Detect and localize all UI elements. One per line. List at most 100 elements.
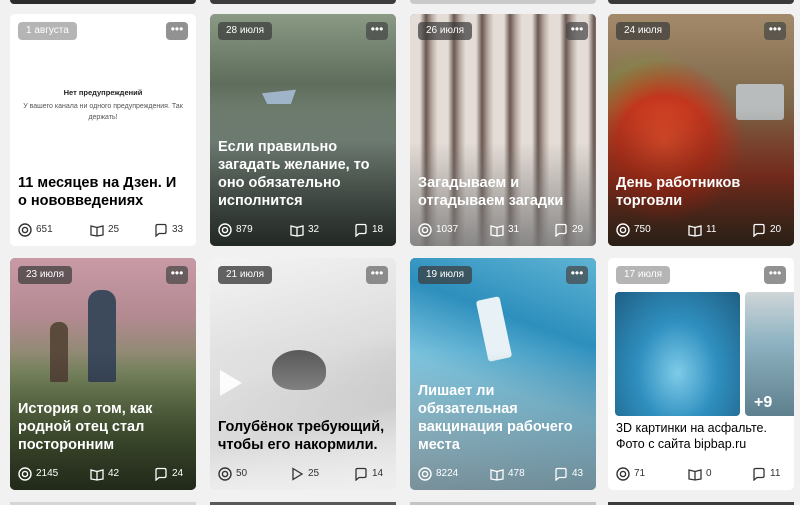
card-title[interactable]: Голубёнок требующий, чтобы его накормили… bbox=[218, 418, 388, 454]
views-stat: 8224 bbox=[418, 466, 458, 482]
views-count: 2145 bbox=[36, 468, 59, 479]
date-badge: 21 июля bbox=[218, 266, 273, 284]
article-card[interactable]: 1 августа ••• Нет предупреждений У вашег… bbox=[10, 14, 196, 246]
comment-icon bbox=[354, 223, 368, 237]
card-title[interactable]: День работников торговли bbox=[616, 174, 786, 210]
no-warnings-banner: Нет предупреждений У вашего канала ни од… bbox=[10, 88, 196, 123]
book-icon bbox=[490, 467, 504, 481]
reads-stat: 42 bbox=[90, 466, 119, 482]
book-icon bbox=[290, 223, 304, 237]
views-count: 750 bbox=[634, 224, 651, 235]
comments-stat: 18 bbox=[354, 222, 383, 238]
card-stats: 8224 478 43 bbox=[418, 466, 588, 482]
partial-card-top-3 bbox=[410, 0, 596, 4]
article-card[interactable]: 19 июля ••• Лишает ли обязательная вакци… bbox=[410, 258, 596, 490]
views-count: 1037 bbox=[436, 224, 459, 235]
article-card[interactable]: 26 июля ••• Загадываем и отгадываем зага… bbox=[410, 14, 596, 246]
partial-card-top-1 bbox=[10, 0, 196, 4]
reads-count: 0 bbox=[706, 468, 712, 479]
views-stat: 1037 bbox=[418, 222, 458, 238]
reads-count: 11 bbox=[706, 224, 717, 235]
plays-count: 25 bbox=[308, 468, 320, 479]
views-count: 71 bbox=[634, 468, 646, 479]
card-title[interactable]: 3D картинки на асфальте. Фото с сайта bi… bbox=[616, 420, 786, 452]
date-badge: 28 июля bbox=[218, 22, 273, 40]
card-stats: 71 0 11 bbox=[616, 466, 786, 482]
card-title[interactable]: Лишает ли обязательная вакцинация рабоче… bbox=[418, 382, 588, 454]
date-badge: 17 июля bbox=[616, 266, 671, 284]
eye-icon bbox=[418, 467, 432, 481]
comments-stat: 20 bbox=[752, 222, 781, 238]
reads-stat: 25 bbox=[90, 222, 119, 238]
card-stats: 750 11 20 bbox=[616, 222, 786, 238]
eye-icon bbox=[18, 467, 32, 481]
book-icon bbox=[688, 223, 702, 237]
more-button[interactable]: ••• bbox=[566, 22, 588, 40]
article-card[interactable]: 24 июля ••• День работников торговли 750… bbox=[608, 14, 794, 246]
reads-count: 25 bbox=[108, 224, 120, 235]
comment-icon bbox=[154, 467, 168, 481]
book-icon bbox=[490, 223, 504, 237]
play-icon bbox=[290, 467, 304, 481]
more-button[interactable]: ••• bbox=[764, 22, 786, 40]
views-stat: 879 bbox=[218, 222, 253, 238]
views-stat: 50 bbox=[218, 466, 247, 482]
views-count: 651 bbox=[36, 224, 53, 235]
comments-count: 11 bbox=[770, 468, 781, 479]
more-button[interactable]: ••• bbox=[366, 22, 388, 40]
article-card[interactable]: +9 17 июля ••• 3D картинки на асфальте. … bbox=[608, 258, 794, 490]
eye-icon bbox=[616, 223, 630, 237]
comments-stat: 11 bbox=[752, 466, 780, 482]
comments-stat: 43 bbox=[554, 466, 583, 482]
eye-icon bbox=[218, 223, 232, 237]
card-title[interactable]: Загадываем и отгадываем загадки bbox=[418, 174, 588, 210]
eye-icon bbox=[218, 467, 232, 481]
views-stat: 750 bbox=[616, 222, 651, 238]
card-title[interactable]: 11 месяцев на Дзен. И о нововведениях bbox=[18, 174, 188, 210]
plays-stat: 25 bbox=[290, 466, 319, 482]
card-title[interactable]: История о том, как родной отец стал пост… bbox=[18, 400, 188, 454]
more-photos-count: +9 bbox=[754, 394, 773, 411]
views-count: 879 bbox=[236, 224, 253, 235]
comments-count: 24 bbox=[172, 468, 184, 479]
more-button[interactable]: ••• bbox=[366, 266, 388, 284]
comments-stat: 33 bbox=[154, 222, 183, 238]
date-badge: 24 июля bbox=[616, 22, 671, 40]
views-stat: 71 bbox=[616, 466, 645, 482]
card-stats: 1037 31 29 bbox=[418, 222, 588, 238]
views-stat: 2145 bbox=[18, 466, 58, 482]
article-card[interactable]: 28 июля ••• Если правильно загадать жела… bbox=[210, 14, 396, 246]
comments-stat: 24 bbox=[154, 466, 183, 482]
comments-count: 29 bbox=[572, 224, 584, 235]
more-button[interactable]: ••• bbox=[166, 266, 188, 284]
book-icon bbox=[90, 467, 104, 481]
comment-icon bbox=[554, 223, 568, 237]
comments-count: 43 bbox=[572, 468, 584, 479]
comments-stat: 29 bbox=[554, 222, 583, 238]
reads-stat: 478 bbox=[490, 466, 525, 482]
gallery-image-1[interactable] bbox=[615, 292, 740, 416]
date-badge: 19 июля bbox=[418, 266, 473, 284]
comment-icon bbox=[154, 223, 168, 237]
views-count: 8224 bbox=[436, 468, 459, 479]
date-badge: 1 августа bbox=[18, 22, 77, 40]
article-card[interactable]: 23 июля ••• История о том, как родной от… bbox=[10, 258, 196, 490]
more-button[interactable]: ••• bbox=[764, 266, 786, 284]
card-stats: 879 32 18 bbox=[218, 222, 388, 238]
comments-count: 18 bbox=[372, 224, 384, 235]
comment-icon bbox=[554, 467, 568, 481]
comments-count: 14 bbox=[372, 468, 384, 479]
article-card[interactable]: 21 июля ••• Голубёнок требующий, чтобы е… bbox=[210, 258, 396, 490]
comment-icon bbox=[752, 223, 766, 237]
partial-card-top-2 bbox=[210, 0, 396, 4]
card-stats: 50 25 14 bbox=[218, 466, 388, 482]
eye-icon bbox=[418, 223, 432, 237]
card-title[interactable]: Если правильно загадать желание, то оно … bbox=[218, 138, 388, 210]
more-button[interactable]: ••• bbox=[566, 266, 588, 284]
reads-stat: 31 bbox=[490, 222, 519, 238]
eye-icon bbox=[616, 467, 630, 481]
book-icon bbox=[90, 223, 104, 237]
comment-icon bbox=[354, 467, 368, 481]
more-button[interactable]: ••• bbox=[166, 22, 188, 40]
comments-count: 20 bbox=[770, 224, 782, 235]
